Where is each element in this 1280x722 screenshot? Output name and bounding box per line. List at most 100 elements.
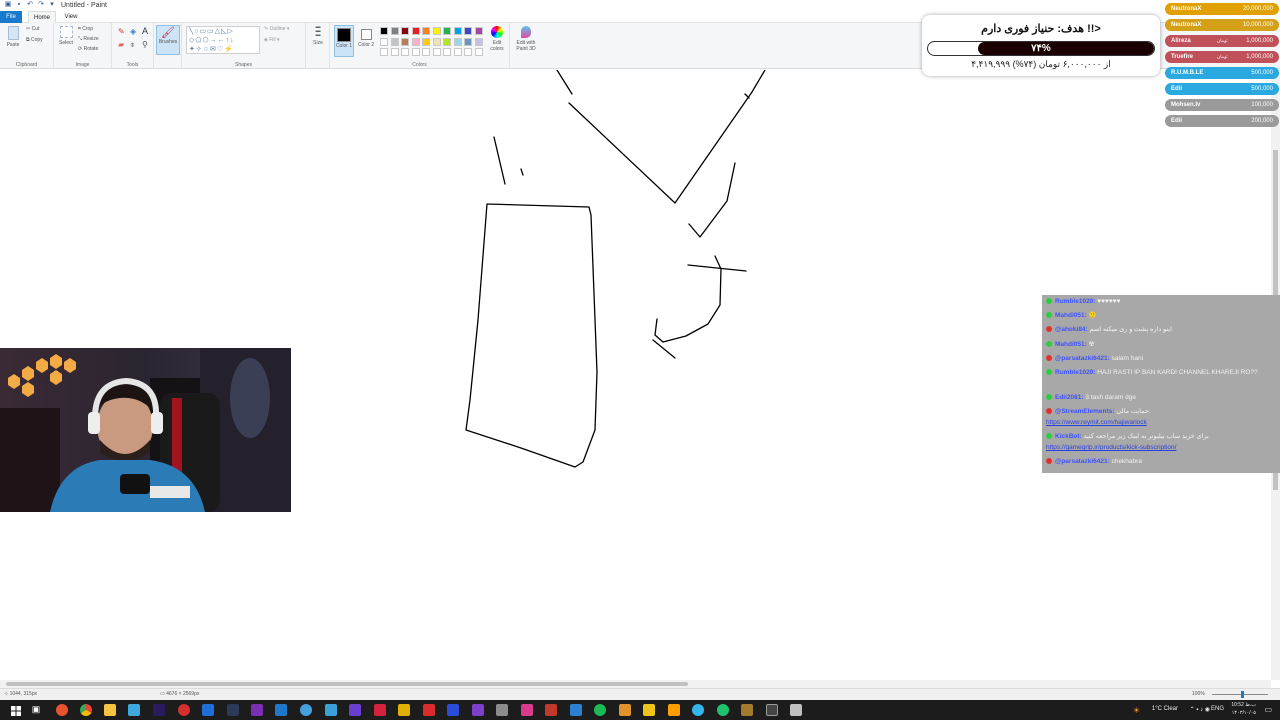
- app-icon[interactable]: [447, 704, 459, 716]
- palette-swatch-empty[interactable]: [422, 48, 430, 56]
- palette-swatch[interactable]: [390, 27, 399, 35]
- app-icon[interactable]: [251, 704, 263, 716]
- shapes-gallery[interactable]: ╲○▭▭△◺▷ ◇⬠⬡→←↑↓ ✦✧☆✉♡⚡: [186, 26, 260, 54]
- redo-icon[interactable]: ↷: [37, 1, 45, 9]
- palette-swatch-empty[interactable]: [464, 48, 472, 56]
- color2-button[interactable]: Color 2: [356, 25, 376, 57]
- app-icon[interactable]: [423, 704, 435, 716]
- chat-link[interactable]: https://gamegrip.ir/products/kick-subscr…: [1046, 444, 1176, 451]
- customize-chevron-icon[interactable]: ▾: [48, 1, 56, 9]
- cut-button[interactable]: ✂ Cut: [26, 26, 39, 32]
- palette-swatch-empty[interactable]: [432, 48, 441, 56]
- palette-swatch-empty[interactable]: [443, 48, 451, 56]
- app-icon[interactable]: [398, 704, 410, 716]
- color1-button[interactable]: Color 1: [334, 25, 354, 57]
- tab-view[interactable]: View: [60, 11, 82, 23]
- crop-button[interactable]: ⌗ Crop: [78, 26, 93, 32]
- app-icon[interactable]: [545, 704, 557, 716]
- palette-swatch[interactable]: [390, 37, 399, 46]
- opera-icon[interactable]: [178, 704, 190, 716]
- palette-swatch[interactable]: [411, 27, 420, 35]
- palette-swatch-empty[interactable]: [380, 48, 388, 56]
- palette-swatch[interactable]: [453, 37, 462, 46]
- app-icon[interactable]: [325, 704, 337, 716]
- palette-swatch-empty[interactable]: [401, 48, 409, 56]
- palette-swatch-empty[interactable]: [390, 48, 399, 56]
- spotify-icon[interactable]: [594, 704, 606, 716]
- app-icon[interactable]: [741, 704, 753, 716]
- edit-colors-button[interactable]: Edit colors: [486, 26, 508, 52]
- app-icon[interactable]: [766, 704, 778, 716]
- palette-swatch[interactable]: [443, 27, 451, 35]
- palette-swatch-empty[interactable]: [411, 48, 420, 56]
- rotate-button[interactable]: ⟳ Rotate: [78, 46, 98, 52]
- color-picker-icon[interactable]: ⌽: [130, 40, 135, 50]
- app-icon[interactable]: [643, 704, 655, 716]
- app-icon[interactable]: [374, 704, 386, 716]
- fill-bucket-icon[interactable]: ◈: [130, 27, 136, 36]
- start-button[interactable]: [10, 704, 22, 716]
- app-icon[interactable]: [300, 704, 312, 716]
- select-button[interactable]: Select: [57, 26, 75, 46]
- app-icon[interactable]: [668, 704, 680, 716]
- brushes-button[interactable]: 🖌 Brushes: [156, 25, 180, 55]
- app-icon[interactable]: [128, 704, 140, 716]
- app-icon[interactable]: [619, 704, 631, 716]
- zoom-slider[interactable]: [1212, 694, 1268, 695]
- palette-swatch[interactable]: [422, 37, 430, 46]
- palette-swatch[interactable]: [453, 27, 462, 35]
- resize-button[interactable]: ⤡ Resize: [78, 36, 99, 42]
- firefox-icon[interactable]: [56, 704, 68, 716]
- clock-time[interactable]: 10:52 ب.ظ: [1231, 702, 1256, 708]
- paste-button[interactable]: Paste: [3, 26, 23, 48]
- app-icon[interactable]: [472, 704, 484, 716]
- palette-swatch-empty[interactable]: [474, 48, 483, 56]
- fill-button[interactable]: ◈ Fill ▾: [264, 37, 280, 43]
- palette-swatch-empty[interactable]: [453, 48, 462, 56]
- text-icon[interactable]: A: [142, 26, 148, 36]
- tab-home[interactable]: Home: [28, 11, 56, 23]
- undo-icon[interactable]: ↶: [26, 1, 34, 9]
- palette-swatch[interactable]: [401, 37, 409, 46]
- notifications-icon[interactable]: ▭: [1264, 705, 1272, 714]
- language-indicator[interactable]: ENG: [1211, 706, 1224, 712]
- palette-swatch[interactable]: [432, 27, 441, 35]
- chrome-icon[interactable]: [80, 704, 92, 716]
- palette-swatch[interactable]: [422, 27, 430, 35]
- palette-swatch[interactable]: [380, 27, 388, 35]
- outline-button[interactable]: ✎ Outline ▾: [264, 26, 289, 32]
- palette-swatch[interactable]: [401, 27, 409, 35]
- palette-swatch[interactable]: [474, 37, 483, 46]
- palette-swatch[interactable]: [464, 27, 472, 35]
- pencil-icon[interactable]: ✎: [118, 27, 125, 36]
- palette-swatch[interactable]: [443, 37, 451, 46]
- paint-taskbar-icon[interactable]: [790, 704, 802, 716]
- task-view-icon[interactable]: ▣: [30, 704, 42, 716]
- app-icon[interactable]: [496, 704, 508, 716]
- palette-swatch[interactable]: [474, 27, 483, 35]
- steam-icon[interactable]: [227, 704, 239, 716]
- save-icon[interactable]: ▪: [15, 1, 23, 9]
- app-icon[interactable]: [521, 704, 533, 716]
- app-icon[interactable]: [692, 704, 704, 716]
- palette-swatch[interactable]: [464, 37, 472, 46]
- edit-with-paint3d-button[interactable]: Edit with Paint 3D: [512, 26, 540, 52]
- tab-file[interactable]: File: [0, 11, 22, 23]
- horizontal-scroll-thumb[interactable]: [6, 682, 688, 686]
- zoom-slider-thumb[interactable]: [1241, 691, 1244, 698]
- chat-link[interactable]: https://www.reymit.com/hajiwarlock: [1046, 419, 1147, 426]
- clock-date[interactable]: ۱۴۰۳/۱۰/۰۵: [1232, 710, 1256, 716]
- size-button[interactable]: ━ ━ ━ Size: [309, 24, 327, 47]
- app-icon[interactable]: [275, 704, 287, 716]
- premiere-icon[interactable]: [153, 704, 165, 716]
- palette-swatch[interactable]: [432, 37, 441, 46]
- eraser-icon[interactable]: ▰: [118, 40, 124, 49]
- palette-swatch[interactable]: [380, 37, 388, 46]
- horizontal-scrollbar[interactable]: [0, 680, 1271, 688]
- palette-swatch[interactable]: [411, 37, 420, 46]
- app-icon[interactable]: [570, 704, 582, 716]
- file-explorer-icon[interactable]: [104, 704, 116, 716]
- app-icon[interactable]: [717, 704, 729, 716]
- magnifier-icon[interactable]: ⚲: [142, 40, 148, 49]
- app-icon[interactable]: [349, 704, 361, 716]
